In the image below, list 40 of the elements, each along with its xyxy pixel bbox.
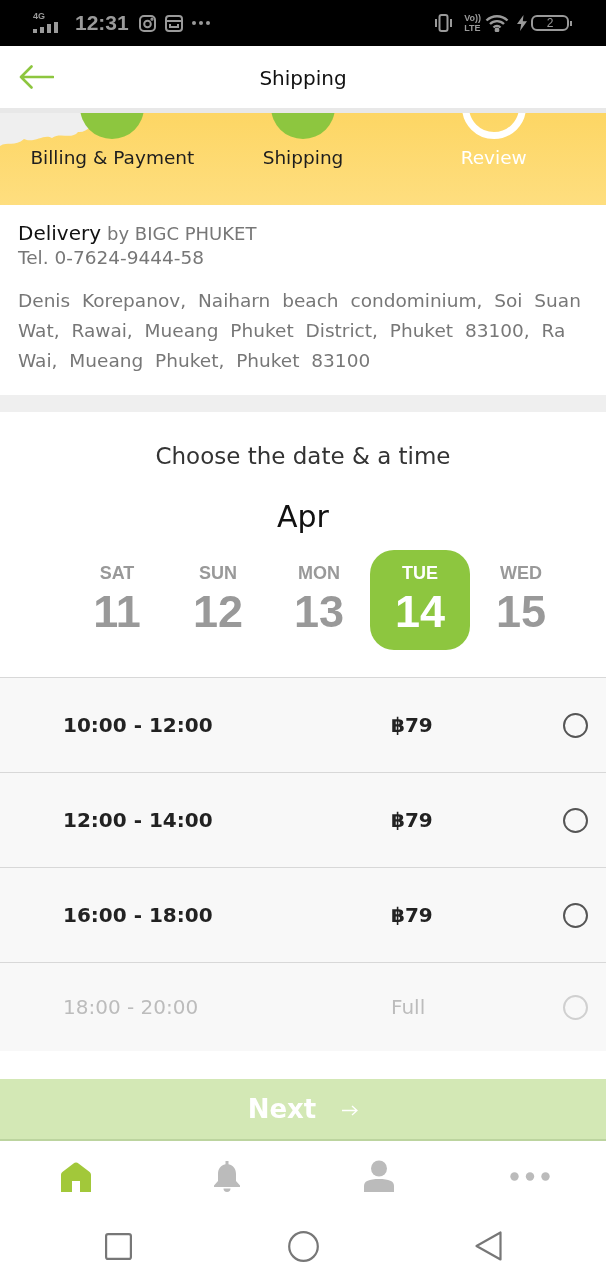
delivery-label: Delivery [18, 221, 102, 245]
date-item[interactable]: TUE 14 [370, 550, 470, 650]
time-slot-row[interactable]: 16:00 - 18:00 ฿79 [0, 868, 606, 963]
mail-icon [164, 14, 183, 32]
time-range-text: 16:00 - 18:00 [63, 903, 214, 927]
date-item[interactable]: MON 13 [269, 550, 369, 650]
radio-button[interactable] [563, 902, 588, 928]
more-icon [191, 21, 210, 25]
date-item[interactable]: SUN 12 [168, 550, 268, 650]
store-name: by BIGC PHUKET [107, 222, 257, 246]
battery-indicator: 2 [531, 15, 572, 31]
time-slot-row[interactable]: 12:00 - 14:00 ฿79 [0, 773, 606, 868]
screen-title: Shipping [259, 65, 347, 90]
signal-icon [33, 22, 58, 33]
wifi-icon [485, 14, 509, 32]
time-range-text: 10:00 - 12:00 [63, 713, 214, 737]
clock-time: 12:31 [75, 11, 129, 35]
step-label: Shipping [262, 147, 344, 168]
bolt-icon [517, 15, 527, 31]
time-range-text: 18:00 - 20:00 [63, 995, 200, 1019]
delivery-address: Denis Korepanov, Naiharn beach condominium, Soi Suan Wat, Rawai, Mueang Phuket District, Phuket 83100, Ra Wai, Mueang Phuket, Phuket 83100 [18, 289, 582, 373]
price-text: ฿79 [391, 903, 434, 927]
date-item[interactable]: WED 15 [471, 550, 571, 650]
price-text: Full [391, 995, 427, 1019]
vibrate-icon [435, 14, 453, 32]
step-label: Billing & Payment [30, 147, 195, 168]
radio-button[interactable] [563, 712, 588, 738]
date-item[interactable]: SAT 11 [67, 550, 167, 650]
price-text: ฿79 [391, 808, 434, 832]
date-heading: Choose the date & a time [155, 442, 451, 470]
radio-button[interactable] [563, 807, 588, 833]
step-label: Review [460, 147, 527, 168]
volte-label: Vo)) LTE [464, 13, 481, 33]
camera-icon [138, 14, 156, 32]
time-slot-row[interactable]: 10:00 - 12:00 ฿79 [0, 678, 606, 773]
month-label: Apr [277, 499, 329, 535]
network-label: 4G [33, 12, 45, 21]
time-range-text: 12:00 - 14:00 [63, 808, 214, 832]
phone-number: Tel. 0-7624-9444-58 [18, 246, 205, 270]
price-text: ฿79 [391, 713, 434, 737]
